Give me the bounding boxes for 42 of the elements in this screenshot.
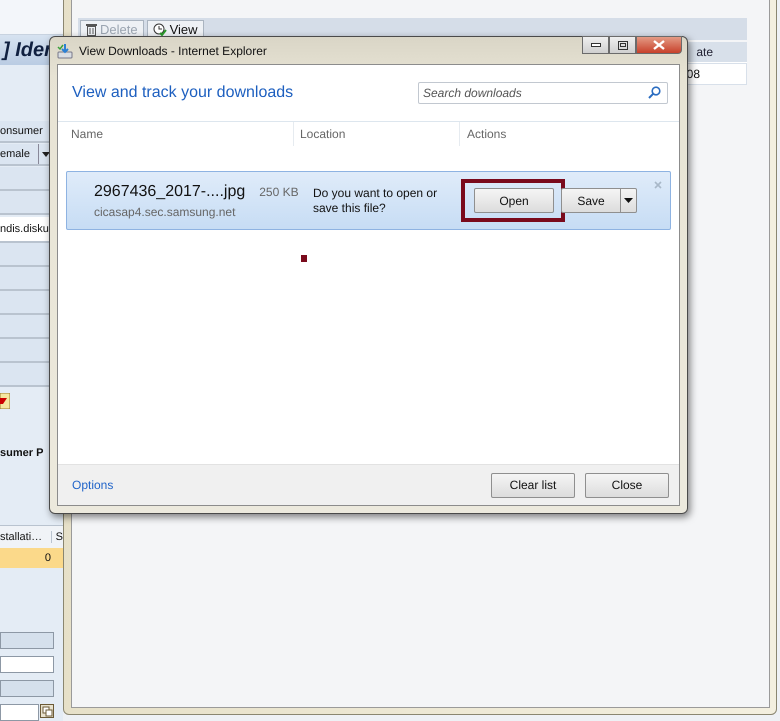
file-source: cicasap4.sec.samsung.net (94, 204, 236, 218)
edit-icon[interactable] (0, 393, 10, 409)
caret-icon (624, 198, 633, 203)
file-name: 2967436_2017-....jpg (94, 182, 246, 200)
form-field (0, 632, 54, 649)
split-button[interactable]: Save (561, 188, 637, 213)
save-button[interactable]: Save (561, 188, 620, 213)
column-header: stallati… (0, 531, 52, 543)
input-field[interactable] (0, 656, 54, 673)
close-button[interactable] (636, 36, 682, 54)
page-title: ] Ider (0, 38, 52, 62)
column-header: S (54, 531, 63, 543)
open-button[interactable]: Open (474, 188, 554, 213)
file-size: 250 KB (259, 184, 299, 198)
form-field (0, 680, 54, 697)
minimize-button[interactable] (582, 36, 609, 54)
download-prompt: Do you want to open or save this file? (313, 186, 438, 216)
table-row[interactable]: 0 (0, 548, 63, 568)
minimize-icon (590, 43, 600, 47)
section-title: sumer P (0, 447, 44, 461)
download-icon (57, 42, 73, 58)
maximize-button[interactable] (609, 36, 636, 54)
options-link[interactable]: Options (72, 478, 114, 492)
annotation-mark (301, 255, 307, 262)
dialog-heading: View and track your downloads (72, 84, 294, 102)
clear-list-button[interactable]: Clear list (491, 472, 575, 498)
column-header[interactable]: Name (58, 122, 294, 146)
search-icon[interactable] (648, 86, 661, 99)
clock-check-icon (152, 22, 167, 36)
header-bar (0, 0, 63, 35)
column-header[interactable]: Actions (460, 122, 506, 146)
window-title: View Downloads - Internet Explorer (79, 44, 267, 58)
calendar-icon[interactable] (40, 704, 54, 718)
input-field[interactable] (0, 704, 39, 721)
restore-icon (618, 40, 628, 50)
column-header[interactable]: Location (294, 122, 460, 146)
close-dialog-button[interactable]: Close (585, 472, 669, 498)
dropdown-button[interactable] (620, 188, 637, 213)
download-item[interactable]: 2967436_2017-....jpg 250 KB cicasap4.sec.samsung.net Do you want to open or save this file? Open Save (66, 171, 671, 230)
close-icon (653, 40, 665, 50)
caret-icon (42, 152, 50, 156)
search-field[interactable]: Search downloads (418, 82, 668, 104)
